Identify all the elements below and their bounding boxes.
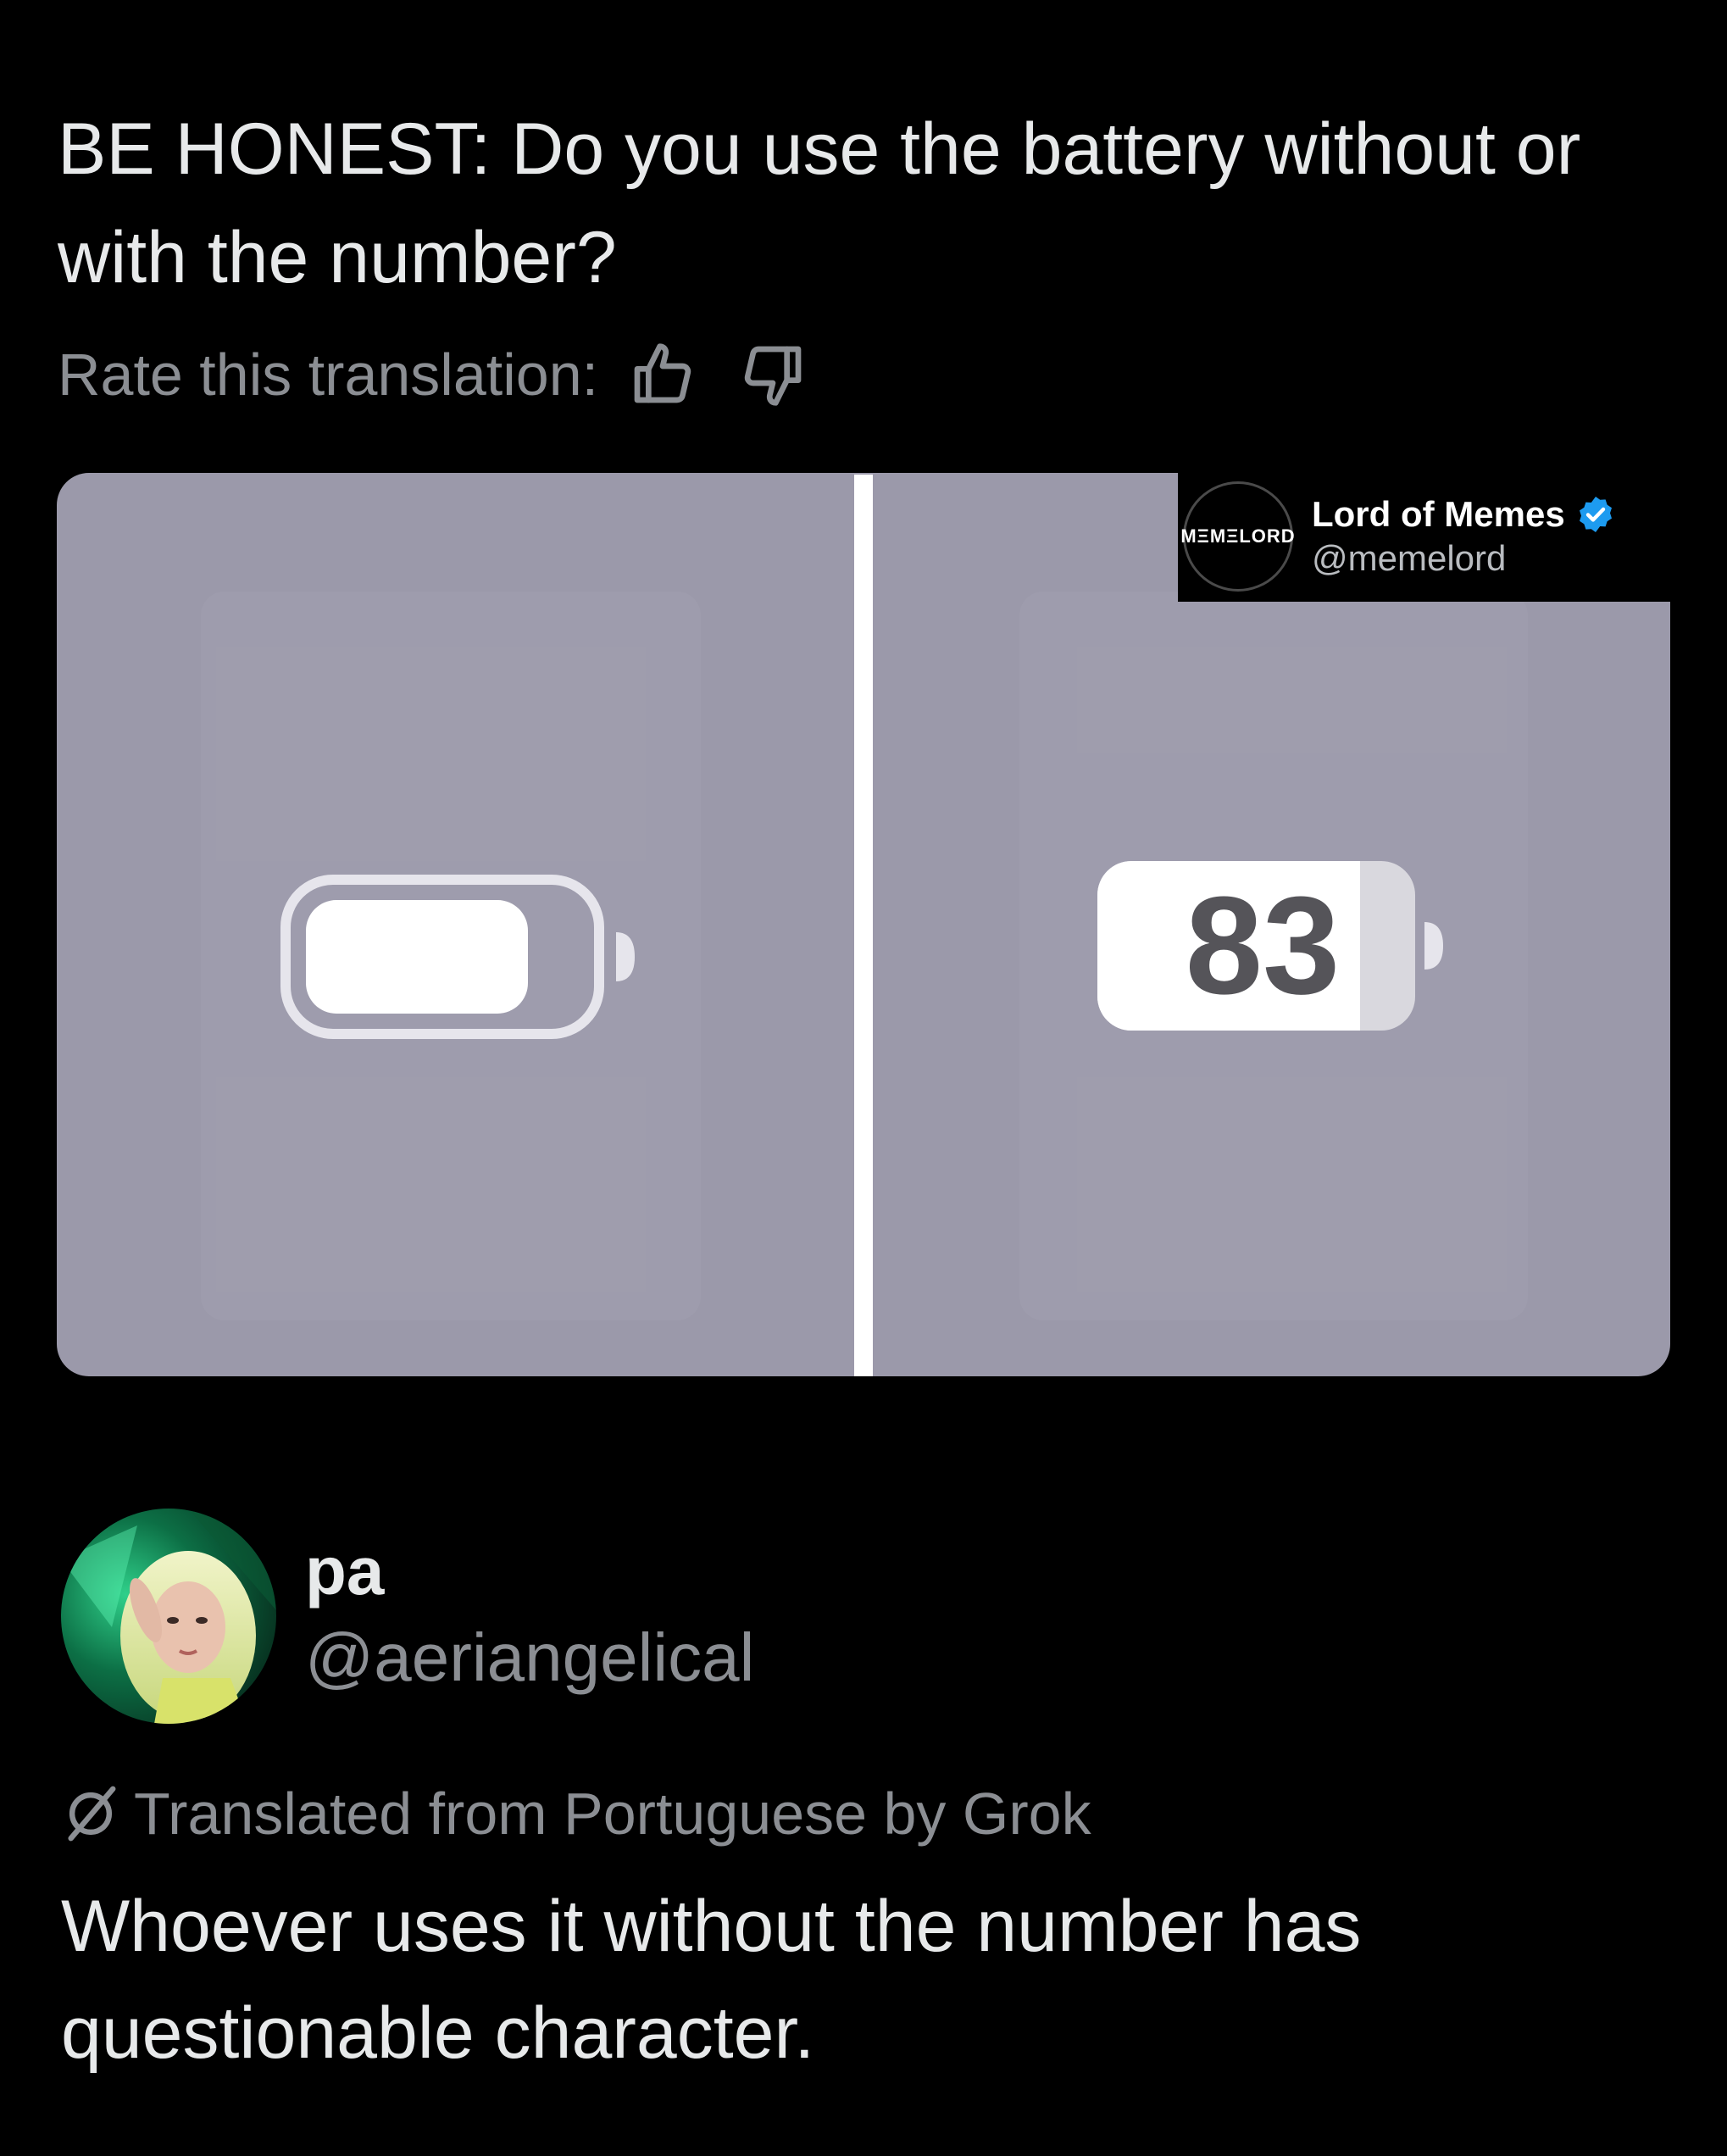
reply-text: Whoever uses it without the number has q… (61, 1886, 1362, 2074)
reply-author-name[interactable]: pa (305, 1532, 384, 1610)
translation-label: Translated from Portuguese by Grok (134, 1781, 1091, 1847)
reply-author-handle[interactable]: @aeriangelical (305, 1619, 754, 1697)
rate-translation-label: Rate this translation: (58, 342, 599, 408)
rate-translation-row: Rate this translation: (58, 332, 807, 417)
watermark-name: Lord of Memes (1312, 494, 1565, 534)
translation-note[interactable]: Translated from Portuguese by Grok (61, 1771, 1091, 1856)
memelord-logo: MΞMΞLORD (1180, 481, 1295, 592)
post-text: BE HONEST: Do you use the battery withou… (58, 108, 1581, 298)
battery-percentage: 83 (1185, 868, 1341, 1023)
watermark-badge: MΞMΞLORD Lord of Memes @memelord (1178, 471, 1671, 602)
grok-icon (68, 1786, 116, 1842)
watermark-handle: @memelord (1312, 538, 1507, 578)
verified-badge-icon (1579, 497, 1612, 532)
thumbs-up-icon[interactable] (629, 341, 697, 408)
avatar[interactable] (61, 1509, 276, 1724)
thumbs-down-icon[interactable] (739, 341, 807, 408)
battery-icon-without-number (280, 875, 635, 1039)
battery-icon-with-number: 83 (1097, 861, 1470, 1031)
image-divider (854, 475, 873, 1376)
